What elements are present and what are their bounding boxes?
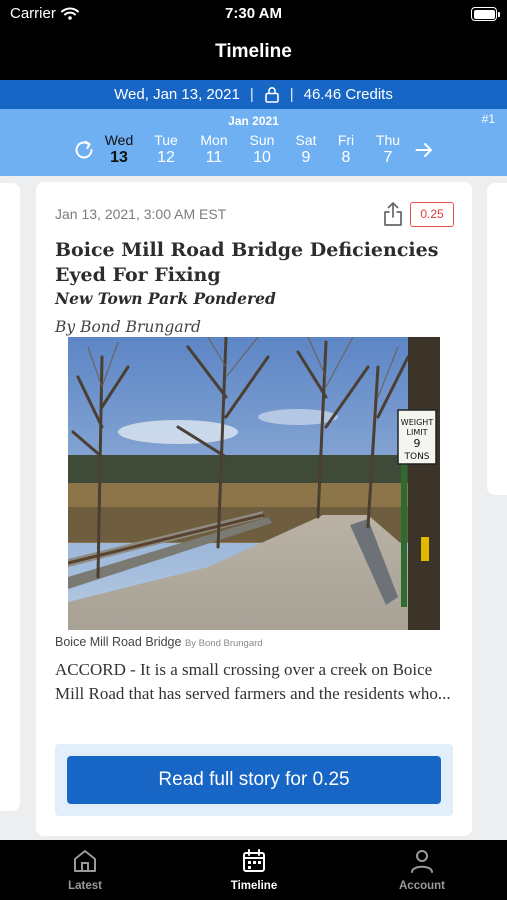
refresh-icon[interactable] bbox=[73, 139, 95, 161]
tab-account[interactable]: Account bbox=[367, 848, 477, 892]
tab-label: Timeline bbox=[230, 880, 278, 892]
day-name: Sun bbox=[249, 132, 275, 148]
day-number: 12 bbox=[157, 149, 175, 166]
divider: | bbox=[249, 86, 254, 103]
day-number: 9 bbox=[301, 149, 311, 166]
article-timestamp: Jan 13, 2021, 3:00 AM EST bbox=[55, 206, 227, 222]
next-card-edge[interactable] bbox=[487, 183, 507, 495]
tab-timeline[interactable]: Timeline bbox=[199, 848, 309, 892]
day-name: Fri bbox=[337, 132, 355, 148]
arrow-right-icon[interactable] bbox=[414, 140, 434, 160]
lock-icon[interactable] bbox=[264, 86, 280, 103]
current-date: Wed, Jan 13, 2021 bbox=[114, 86, 240, 103]
day-name: Thu bbox=[375, 132, 401, 148]
article-byline: By Bond Brungard bbox=[55, 318, 201, 336]
divider: | bbox=[289, 86, 294, 103]
rank-badge: #1 bbox=[481, 112, 495, 126]
day-name: Mon bbox=[200, 132, 228, 148]
status-bar: Carrier 7:30 AM bbox=[0, 0, 507, 30]
page-title: Timeline bbox=[215, 41, 292, 62]
credit-bar: Wed, Jan 13, 2021 | | 46.46 Credits bbox=[0, 80, 507, 109]
day-tue-12[interactable]: Tue 12 bbox=[144, 132, 188, 167]
article-excerpt: ACCORD - It is a small crossing over a c… bbox=[55, 660, 451, 703]
calendar-icon bbox=[243, 849, 265, 872]
previous-card-edge[interactable] bbox=[0, 183, 20, 811]
article-headline[interactable]: Boice Mill Road Bridge Deficiencies Eyed… bbox=[55, 238, 455, 288]
day-name: Tue bbox=[154, 132, 178, 148]
tab-label: Latest bbox=[68, 880, 102, 892]
home-icon bbox=[74, 850, 96, 872]
day-sat-9[interactable]: Sat 9 bbox=[284, 132, 328, 167]
month-label: Jan 2021 bbox=[228, 114, 279, 128]
article-card[interactable]: Jan 13, 2021, 3:00 AM EST 0.25 Boice Mil… bbox=[36, 182, 472, 836]
day-number: 10 bbox=[253, 149, 271, 166]
photo-caption: Boice Mill Road Bridge By Bond Brungard bbox=[55, 635, 263, 649]
day-sun-10[interactable]: Sun 10 bbox=[240, 132, 284, 167]
credits-balance: 46.46 Credits bbox=[303, 86, 393, 103]
clock: 7:30 AM bbox=[225, 5, 282, 22]
day-number: 11 bbox=[205, 149, 223, 166]
sign-text-tons: TONS bbox=[403, 452, 429, 462]
day-name: Sat bbox=[295, 132, 317, 148]
sign-text-number: 9 bbox=[414, 437, 421, 450]
tab-bar: Latest Timeline Account bbox=[0, 840, 507, 900]
caption-credit: By Bond Brungard bbox=[184, 638, 263, 649]
article-subheadline: New Town Park Pondered bbox=[55, 289, 276, 308]
cta-container: Read full story for 0.25 bbox=[55, 744, 453, 816]
sign-text-limit: LIMIT bbox=[407, 428, 428, 437]
price-badge: 0.25 bbox=[410, 202, 454, 227]
day-fri-8[interactable]: Fri 8 bbox=[324, 132, 368, 167]
day-wed-13[interactable]: Wed 13 bbox=[97, 132, 141, 167]
day-thu-7[interactable]: Thu 7 bbox=[366, 132, 410, 167]
tab-latest[interactable]: Latest bbox=[30, 848, 140, 892]
tab-label: Account bbox=[399, 880, 445, 892]
date-selector: Jan 2021 #1 Wed 13 Tue 12 Mon 11 Sun 10 … bbox=[0, 109, 507, 176]
day-number: 13 bbox=[110, 149, 128, 166]
caption-text: Boice Mill Road Bridge bbox=[55, 635, 182, 649]
person-icon bbox=[411, 850, 433, 873]
day-number: 7 bbox=[383, 149, 393, 166]
article-photo[interactable]: WEIGHT LIMIT 9 TONS bbox=[68, 337, 440, 630]
day-number: 8 bbox=[341, 149, 351, 166]
read-full-story-button[interactable]: Read full story for 0.25 bbox=[67, 756, 441, 804]
share-icon[interactable] bbox=[382, 201, 404, 227]
battery-icon bbox=[471, 7, 500, 21]
day-name: Wed bbox=[104, 132, 134, 148]
day-mon-11[interactable]: Mon 11 bbox=[192, 132, 236, 167]
nav-bar: Timeline bbox=[0, 30, 507, 80]
sign-text-weight: WEIGHT bbox=[401, 418, 434, 427]
